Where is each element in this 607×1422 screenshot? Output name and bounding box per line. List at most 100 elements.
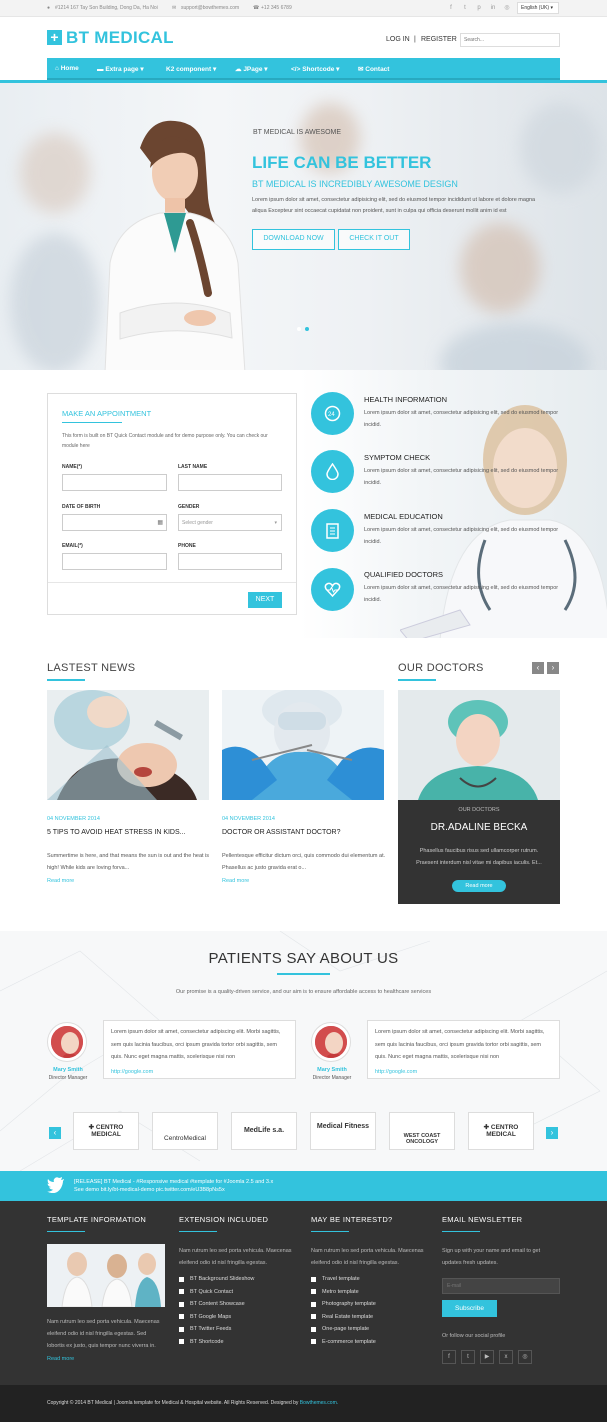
next-button[interactable]: NEXT — [248, 592, 282, 608]
calendar-icon: ▦ — [157, 520, 163, 526]
list-item[interactable]: Travel template — [311, 1273, 376, 1286]
check-it-out-button[interactable]: CHECK IT OUT — [338, 229, 410, 250]
list-item[interactable]: BT Google Maps — [179, 1311, 254, 1324]
doctor-card-photo — [398, 690, 560, 800]
partner-logo[interactable]: WEST COAST ONCOLOGY — [389, 1112, 455, 1150]
24h-icon: 24 — [311, 392, 354, 435]
subscribe-button[interactable]: Subscribe — [442, 1300, 497, 1317]
list-item[interactable]: One-page template — [311, 1323, 376, 1336]
logo-text[interactable]: BT MEDICAL — [66, 28, 174, 48]
partner-logo[interactable]: MedLife s.a. — [231, 1112, 297, 1150]
list-item-label: BT Content Showcase — [190, 1301, 245, 1308]
last-name-field[interactable] — [178, 474, 282, 491]
background-person-blur — [460, 223, 540, 313]
read-more-link[interactable]: Read more — [222, 878, 249, 884]
service-title[interactable]: HEALTH INFORMATION — [364, 395, 447, 404]
partner-cross-icon: ✚ — [88, 1124, 96, 1131]
news-title[interactable]: DOCTOR OR ASSISTANT DOCTOR? — [222, 829, 341, 836]
news-image-dentist[interactable] — [47, 690, 209, 800]
name-field[interactable] — [62, 474, 167, 491]
hero-text: Lorem ipsum dolor sit amet, consectetur … — [252, 197, 536, 214]
search-input[interactable] — [460, 33, 560, 47]
nav-item-k2-component[interactable]: K2 component ▾ — [166, 65, 216, 73]
read-more-link[interactable]: Read more — [47, 878, 74, 884]
pinterest-icon[interactable]: p — [475, 4, 483, 12]
news-title[interactable]: 5 TIPS TO AVOID HEAT STRESS IN KIDS... — [47, 829, 186, 836]
doctor-name[interactable]: DR.ADALINE BECKA — [398, 822, 560, 833]
gender-select[interactable]: Select gender ▾ — [178, 514, 282, 531]
newsletter-email-input[interactable] — [442, 1278, 560, 1294]
doctor-read-more-button[interactable]: Read more — [452, 880, 506, 892]
news-image-surgeon[interactable] — [222, 690, 384, 800]
list-item[interactable]: Metro template — [311, 1286, 376, 1299]
service-title[interactable]: MEDICAL EDUCATION — [364, 512, 443, 521]
dob-field[interactable]: ▦ — [62, 514, 167, 531]
facebook-icon[interactable]: f — [442, 1350, 456, 1364]
logo-plus-icon[interactable]: + — [47, 30, 62, 45]
footer-read-more-link[interactable]: Read more — [47, 1356, 74, 1362]
nav-item-home[interactable]: ⌂ Home — [55, 65, 79, 72]
dribbble-icon[interactable]: ◎ — [518, 1350, 532, 1364]
nav-item-shortcode[interactable]: </> Shortcode ▾ — [291, 65, 339, 73]
slider-dot-active[interactable] — [305, 327, 309, 331]
email-field[interactable] — [62, 553, 167, 570]
testimonial-text: Lorem ipsum dolor sit amet, consectetur … — [111, 1029, 281, 1060]
partners-next-button[interactable]: › — [546, 1127, 558, 1139]
tweet-line-1: [RELEASE] BT Medical - #Responsive medic… — [74, 1179, 274, 1185]
doctors-next-button[interactable]: › — [547, 662, 559, 674]
testimonial-link[interactable]: http://google.com — [375, 1066, 552, 1079]
title-underline — [277, 973, 330, 975]
dribbble-icon[interactable]: ◎ — [503, 4, 511, 12]
partner-logo[interactable]: ✚ CENTRO MEDICAL — [73, 1112, 139, 1150]
login-link[interactable]: LOG IN — [386, 36, 410, 43]
list-item[interactable]: Real Estate template — [311, 1311, 376, 1324]
title-underline — [442, 1231, 480, 1232]
list-item-label: Real Estate template — [322, 1313, 374, 1320]
list-item-label: BT Shortcode — [190, 1338, 224, 1345]
partner-logo[interactable]: CentroMedical — [152, 1112, 218, 1150]
testimonial-name: Mary Smith — [317, 1067, 347, 1073]
linkedin-icon[interactable]: in — [489, 4, 497, 12]
list-item[interactable]: BT Shortcode — [179, 1336, 254, 1349]
facebook-icon[interactable]: f — [447, 4, 455, 12]
nav-item-contact[interactable]: ✉ Contact — [358, 65, 389, 73]
partner-logo[interactable]: ✚ CENTRO MEDICAL — [468, 1112, 534, 1150]
doctor-kicker: OUR DOCTORS — [458, 807, 500, 813]
doctors-prev-button[interactable]: ‹ — [532, 662, 544, 674]
list-item[interactable]: BT Background Slideshow — [179, 1273, 254, 1286]
tweet-line-2[interactable]: See demo bit.ly/bt-medical-demo pic.twit… — [74, 1186, 273, 1194]
newsletter-text: Sign up with your name and email to get … — [442, 1248, 541, 1266]
list-item[interactable]: E-commerce template — [311, 1336, 376, 1349]
nav-item-jpage[interactable]: ☁ JPage ▾ — [235, 65, 268, 73]
youtube-icon[interactable]: ▶ — [480, 1350, 494, 1364]
hero-slider: BT MEDICAL IS AWESOME LIFE CAN BE BETTER… — [0, 83, 607, 370]
language-select[interactable]: English (UK) ▾ — [517, 2, 559, 14]
gender-placeholder: Select gender — [182, 520, 213, 526]
list-item[interactable]: Photography template — [311, 1298, 376, 1311]
hero-subtitle: BT MEDICAL IS INCREDIBLY AWESOME DESIGN — [252, 179, 458, 189]
nav-item-extra-page[interactable]: ▬ Extra page ▾ — [97, 65, 144, 73]
email-link[interactable]: support@bowthemes.com — [181, 5, 239, 11]
download-now-button[interactable]: DOWNLOAD NOW — [252, 229, 335, 250]
list-item[interactable]: BT Content Showcase — [179, 1298, 254, 1311]
register-link[interactable]: REGISTER — [421, 36, 457, 43]
clipboard-icon — [311, 509, 354, 552]
phone-field[interactable] — [178, 553, 282, 570]
checkbox-icon — [311, 1289, 316, 1295]
designer-link[interactable]: Bowthemes.com. — [300, 1400, 338, 1406]
list-item[interactable]: BT Twitter Feeds — [179, 1323, 254, 1336]
appointment-title: MAKE AN APPOINTMENT — [62, 409, 152, 418]
partners-prev-button[interactable]: ‹ — [49, 1127, 61, 1139]
checkbox-icon — [311, 1301, 316, 1307]
partner-logo[interactable]: Medical Fitness — [310, 1112, 376, 1150]
slider-dot[interactable] — [297, 327, 301, 331]
top-bar: ● #1214 167 Tay Son Building, Dong Da, H… — [0, 0, 607, 17]
testimonial-link[interactable]: http://google.com — [111, 1066, 288, 1079]
twitter-icon[interactable]: t — [461, 4, 469, 12]
xing-icon[interactable]: x — [499, 1350, 513, 1364]
service-title[interactable]: QUALIFIED DOCTORS — [364, 570, 443, 579]
list-item[interactable]: BT Quick Contact — [179, 1286, 254, 1299]
list-item-label: BT Background Slideshow — [190, 1276, 255, 1283]
twitter-icon[interactable]: t — [461, 1350, 475, 1364]
service-title[interactable]: SYMPTOM CHECK — [364, 453, 430, 462]
